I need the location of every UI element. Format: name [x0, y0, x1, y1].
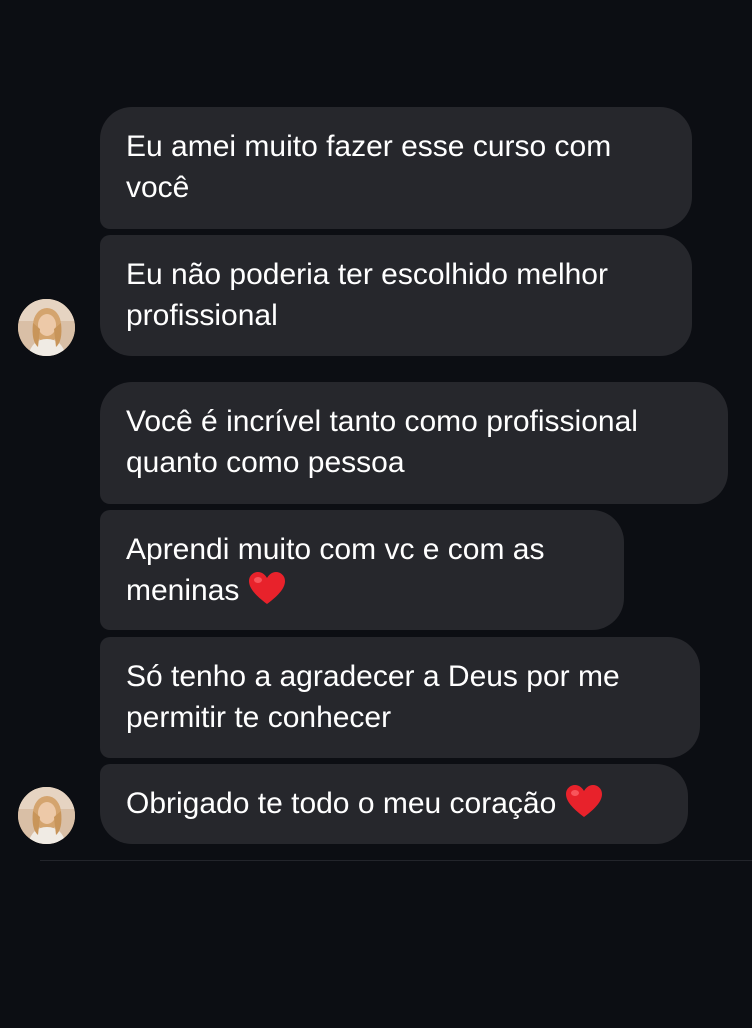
message-text: quanto como pessoa — [126, 446, 405, 479]
message-text: Eu não poderia ter escolhido melhor — [126, 258, 608, 291]
heart-emoji-icon — [566, 785, 603, 817]
heart-emoji-icon — [249, 572, 286, 604]
message-text: Aprendi muito com vc e com as — [126, 533, 545, 566]
chat-thread: Eu amei muito fazer esse curso com você … — [0, 0, 752, 1028]
sender-avatar[interactable] — [18, 299, 75, 356]
message-text: Só tenho a agradecer a Deus por me — [126, 660, 620, 693]
message-bubble[interactable]: Só tenho a agradecer a Deus por me permi… — [100, 637, 700, 758]
profile-photo-icon — [18, 787, 75, 844]
message-text: Obrigado te todo o meu coração — [126, 787, 557, 820]
message-text-line: meninas — [126, 570, 598, 611]
message-text: permitir te conhecer — [126, 701, 392, 734]
message-text: Você é incrível tanto como profissional — [126, 405, 638, 438]
message-bubble[interactable]: Eu não poderia ter escolhido melhor prof… — [100, 235, 692, 356]
message-bubble[interactable]: Eu amei muito fazer esse curso com você — [100, 107, 692, 229]
message-text: profissional — [126, 299, 278, 332]
message-text: você — [126, 171, 190, 204]
message-text: Eu amei muito fazer esse curso com — [126, 130, 612, 163]
message-bubble[interactable]: Obrigado te todo o meu coração — [100, 764, 688, 844]
divider — [40, 860, 752, 861]
profile-photo-icon — [18, 299, 75, 356]
message-bubble[interactable]: Aprendi muito com vc e com as meninas — [100, 510, 624, 630]
message-text: meninas — [126, 574, 240, 607]
sender-avatar[interactable] — [18, 787, 75, 844]
message-text-line: Obrigado te todo o meu coração — [126, 783, 662, 824]
message-bubble[interactable]: Você é incrível tanto como profissional … — [100, 382, 728, 504]
